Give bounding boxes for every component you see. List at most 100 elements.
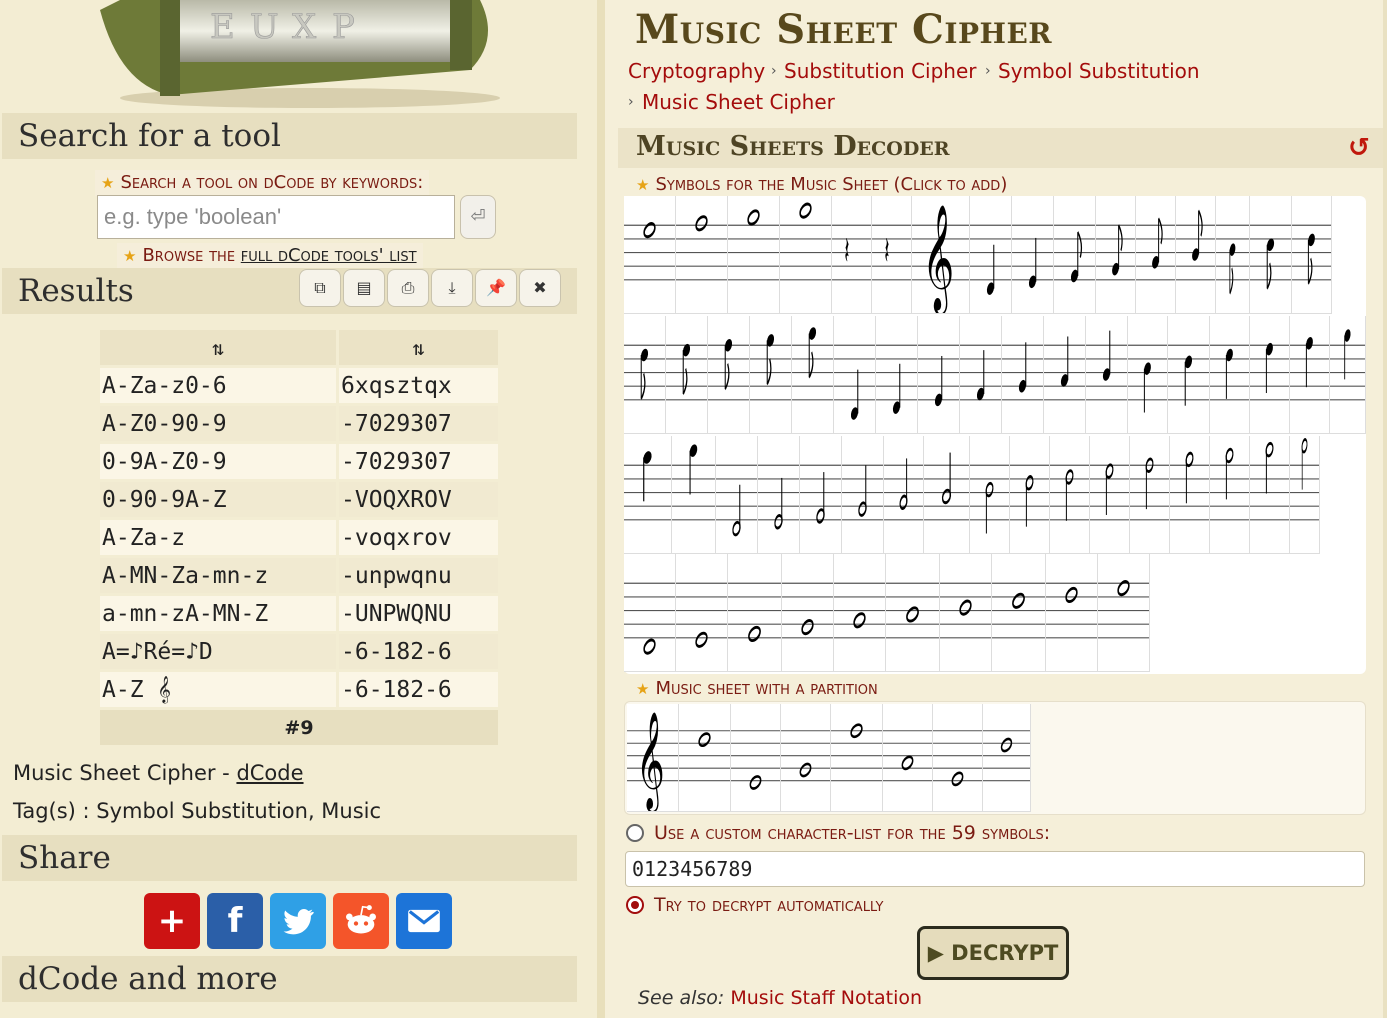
symbol-cell[interactable]	[672, 436, 716, 554]
download-button[interactable]: ⤓	[431, 269, 473, 307]
symbol-cell[interactable]	[1136, 196, 1176, 314]
table-row[interactable]: A-MN-Za-mn-z -unpwqnu	[100, 558, 498, 593]
partition-symbol[interactable]	[983, 704, 1031, 812]
share-add-button[interactable]: +	[144, 893, 200, 949]
dcode-link[interactable]: dCode	[236, 761, 303, 785]
sort-column-2[interactable]: ⇅	[339, 330, 498, 365]
table-row[interactable]: a-mn-zA-MN-Z -UNPWQNU	[100, 596, 498, 631]
symbol-cell[interactable]	[1130, 436, 1170, 554]
symbol-cell[interactable]	[842, 436, 884, 554]
sort-column-1[interactable]: ⇅	[100, 330, 336, 365]
symbol-cell[interactable]: 𝄽	[872, 196, 912, 314]
symbol-cell[interactable]	[1046, 554, 1098, 672]
symbol-cell[interactable]	[1176, 196, 1216, 314]
symbol-cell[interactable]	[728, 196, 780, 314]
symbol-cell[interactable]	[884, 436, 924, 554]
search-input[interactable]: e.g. type 'boolean'	[97, 195, 455, 239]
symbol-cell[interactable]	[834, 554, 886, 672]
symbol-cell[interactable]	[1210, 316, 1250, 434]
symbol-cell[interactable]: 𝄽	[832, 196, 872, 314]
table-row[interactable]: A=♪Ré=♪D -6-182-6	[100, 634, 498, 669]
symbol-cell[interactable]	[1086, 316, 1128, 434]
see-also-link[interactable]: Music Staff Notation	[730, 987, 922, 1009]
auto-decrypt-radio[interactable]	[626, 896, 644, 914]
custom-charlist-input[interactable]: 0123456789	[625, 851, 1365, 887]
symbol-cell[interactable]	[1250, 316, 1290, 434]
symbol-cell[interactable]	[1096, 196, 1136, 314]
symbol-cell[interactable]	[624, 554, 676, 672]
symbol-cell[interactable]	[728, 554, 782, 672]
scrollbar[interactable]	[1383, 0, 1387, 1018]
symbol-cell[interactable]	[780, 196, 832, 314]
save-button[interactable]: ▤	[343, 269, 385, 307]
search-submit-button[interactable]: ⏎	[460, 195, 496, 239]
partition-symbol[interactable]	[679, 704, 731, 812]
symbol-cell[interactable]	[1292, 196, 1332, 314]
table-row[interactable]: A-Z0-90-9 -7029307	[100, 406, 498, 441]
symbol-cell[interactable]	[940, 554, 992, 672]
symbol-cell[interactable]	[716, 436, 758, 554]
breadcrumb-symbol[interactable]: Symbol Substitution	[998, 59, 1200, 83]
symbol-cell[interactable]	[758, 436, 800, 554]
close-button[interactable]: ✖	[519, 269, 561, 307]
symbol-cell[interactable]	[1044, 316, 1086, 434]
print-button[interactable]: ⎙	[387, 269, 429, 307]
symbol-cell[interactable]	[1050, 436, 1090, 554]
breadcrumb-substitution[interactable]: Substitution Cipher	[784, 59, 977, 83]
symbol-cell[interactable]	[708, 316, 750, 434]
symbol-cell[interactable]	[1010, 436, 1050, 554]
partition-panel[interactable]: 𝄞	[624, 701, 1366, 815]
symbol-cell[interactable]	[624, 436, 672, 554]
symbol-cell[interactable]	[666, 316, 708, 434]
symbol-cell[interactable]	[800, 436, 842, 554]
breadcrumb-current[interactable]: Music Sheet Cipher	[642, 90, 835, 114]
table-row[interactable]: A-Za-z -voqxrov	[100, 520, 498, 555]
browse-link[interactable]: full dCode tools' list	[241, 245, 417, 266]
symbol-cell[interactable]	[1216, 196, 1250, 314]
partition-symbol[interactable]	[933, 704, 983, 812]
share-reddit-button[interactable]	[333, 893, 389, 949]
symbol-cell[interactable]	[1002, 316, 1044, 434]
symbol-cell[interactable]	[876, 316, 918, 434]
partition-symbol[interactable]	[781, 704, 831, 812]
symbol-cell[interactable]	[750, 316, 792, 434]
reload-icon[interactable]: ↺	[1348, 133, 1370, 163]
symbol-cell[interactable]	[1290, 436, 1320, 554]
table-row[interactable]: A-Z 𝄞 -6-182-6	[100, 672, 498, 707]
copy-button[interactable]: ⧉	[299, 269, 341, 307]
symbol-cell[interactable]	[886, 554, 940, 672]
symbol-cell[interactable]	[1168, 316, 1210, 434]
partition-symbol[interactable]	[883, 704, 933, 812]
symbol-cell[interactable]	[970, 196, 1012, 314]
breadcrumb-cryptography[interactable]: Cryptography	[628, 59, 765, 83]
symbol-cell[interactable]	[1128, 316, 1168, 434]
symbol-cell[interactable]	[1250, 196, 1292, 314]
symbol-cell[interactable]	[1170, 436, 1210, 554]
symbol-cell[interactable]	[834, 316, 876, 434]
partition-symbol[interactable]	[731, 704, 781, 812]
symbol-cell[interactable]	[624, 196, 676, 314]
symbol-cell[interactable]: 𝄞	[912, 196, 970, 314]
pin-button[interactable]: 📌	[475, 269, 517, 307]
symbol-cell[interactable]	[992, 554, 1046, 672]
symbol-cell[interactable]	[1012, 196, 1054, 314]
symbol-cell[interactable]	[1330, 316, 1366, 434]
custom-charlist-radio[interactable]	[626, 824, 644, 842]
symbol-cell[interactable]	[918, 316, 960, 434]
symbol-cell[interactable]	[1090, 436, 1130, 554]
symbol-cell[interactable]	[924, 436, 970, 554]
table-row[interactable]: A-Za-z0-6 6xqsztqx	[100, 368, 498, 403]
symbol-cell[interactable]	[676, 554, 728, 672]
decrypt-button[interactable]: ▶ DECRYPT	[917, 926, 1069, 980]
symbol-cell[interactable]	[782, 554, 834, 672]
symbol-cell[interactable]	[1210, 436, 1250, 554]
symbol-cell[interactable]	[792, 316, 834, 434]
symbol-cell[interactable]	[676, 196, 728, 314]
symbol-cell[interactable]	[970, 436, 1010, 554]
share-twitter-button[interactable]	[270, 893, 326, 949]
symbol-cell[interactable]	[624, 316, 666, 434]
share-email-button[interactable]	[396, 893, 452, 949]
symbol-cell[interactable]	[1054, 196, 1096, 314]
table-row[interactable]: 0-9A-Z0-9 -7029307	[100, 444, 498, 479]
partition-symbol[interactable]: 𝄞	[627, 704, 679, 812]
